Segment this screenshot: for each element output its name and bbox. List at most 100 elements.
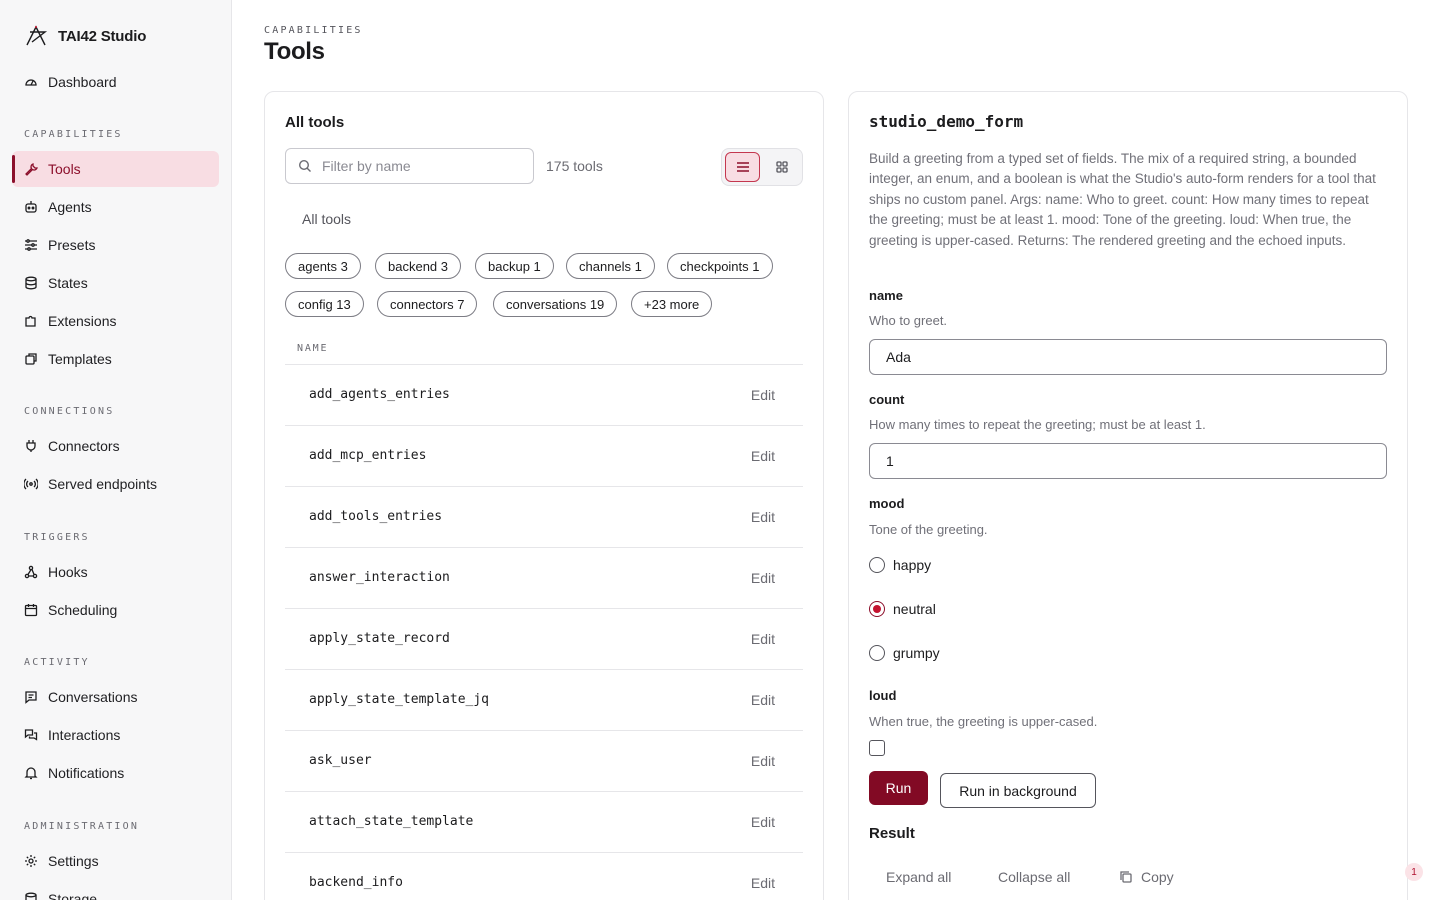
edit-button[interactable]: Edit (751, 692, 775, 708)
nav-templates[interactable]: Templates (12, 341, 219, 377)
copy-icon (1120, 871, 1132, 883)
radio-happy[interactable] (869, 557, 885, 573)
expand-all-button[interactable]: Expand all (886, 869, 951, 885)
chip-connectors[interactable]: connectors 7 (377, 291, 478, 317)
mood-option-happy[interactable]: happy (869, 557, 931, 573)
notification-badge[interactable]: 1 (1405, 863, 1423, 881)
list-icon (736, 162, 749, 172)
tool-name[interactable]: add_tools_entries (309, 509, 442, 524)
tool-name[interactable]: add_agents_entries (309, 387, 450, 402)
chip-channels[interactable]: channels 1 (566, 253, 655, 279)
nav-states-label: States (48, 275, 88, 291)
collapse-all-button[interactable]: Collapse all (998, 869, 1070, 885)
table-row[interactable]: backend_info Edit (285, 852, 803, 900)
tool-name[interactable]: answer_interaction (309, 570, 450, 585)
nav-scheduling[interactable]: Scheduling (12, 592, 219, 628)
nav-hooks[interactable]: Hooks (12, 554, 219, 590)
message-square-icon (24, 690, 38, 704)
list-view-button[interactable] (725, 152, 761, 182)
brand[interactable]: TAI42 Studio (24, 24, 146, 48)
nav-interactions[interactable]: Interactions (12, 717, 219, 753)
nav-states[interactable]: States (12, 265, 219, 301)
nav-extensions-label: Extensions (48, 313, 117, 329)
tab-all-tools[interactable]: All tools (302, 211, 351, 227)
edit-button[interactable]: Edit (751, 753, 775, 769)
tool-detail-title: studio_demo_form (869, 112, 1024, 131)
mood-option-grumpy[interactable]: grumpy (869, 645, 940, 661)
section-connections: CONNECTIONS (24, 406, 115, 417)
grid-view-button[interactable] (764, 152, 799, 182)
copy-button[interactable]: Copy (1119, 869, 1174, 885)
messages-icon (24, 728, 38, 742)
edit-button[interactable]: Edit (751, 814, 775, 830)
field-label-name: name (869, 288, 903, 303)
mood-option-label: grumpy (893, 645, 940, 661)
run-in-background-button[interactable]: Run in background (940, 773, 1096, 808)
nav-served-endpoints[interactable]: Served endpoints (12, 466, 219, 502)
search-icon (298, 159, 311, 172)
nav-notifications[interactable]: Notifications (12, 755, 219, 791)
nav-presets[interactable]: Presets (12, 227, 219, 263)
nav-settings[interactable]: Settings (12, 843, 219, 879)
name-input[interactable]: Ada (869, 339, 1387, 375)
edit-button[interactable]: Edit (751, 509, 775, 525)
copy-label: Copy (1141, 869, 1174, 885)
nav-extensions[interactable]: Extensions (12, 303, 219, 339)
chip-agents[interactable]: agents 3 (285, 253, 361, 279)
brand-logo-icon (26, 25, 48, 46)
table-row[interactable]: add_tools_entries Edit (285, 486, 803, 547)
nav-notifications-label: Notifications (48, 765, 125, 781)
edit-button[interactable]: Edit (751, 570, 775, 586)
table-row[interactable]: apply_state_template_jq Edit (285, 669, 803, 730)
chip-conversations[interactable]: conversations 19 (493, 291, 618, 317)
table-row[interactable]: add_mcp_entries Edit (285, 425, 803, 486)
table-row[interactable]: apply_state_record Edit (285, 608, 803, 669)
nav-connectors[interactable]: Connectors (12, 428, 219, 464)
radio-grumpy[interactable] (869, 645, 885, 661)
tools-count: 175 tools (546, 158, 603, 174)
broadcast-icon (24, 477, 38, 491)
nav-conversations[interactable]: Conversations (12, 679, 219, 715)
table-row[interactable]: answer_interaction Edit (285, 547, 803, 608)
nav-agents[interactable]: Agents (12, 189, 219, 225)
loud-checkbox[interactable] (869, 740, 885, 756)
tool-name[interactable]: apply_state_template_jq (309, 692, 489, 707)
field-help-count: How many times to repeat the greeting; m… (869, 417, 1206, 432)
run-button[interactable]: Run (869, 771, 928, 805)
view-toggle (721, 148, 803, 186)
tool-name[interactable]: backend_info (309, 875, 403, 890)
chip-config[interactable]: config 13 (285, 291, 364, 317)
field-help-mood: Tone of the greeting. (869, 522, 988, 537)
tool-name[interactable]: attach_state_template (309, 814, 473, 829)
tool-name[interactable]: apply_state_record (309, 631, 450, 646)
tool-name[interactable]: ask_user (309, 753, 372, 768)
mood-option-neutral[interactable]: neutral (869, 601, 936, 617)
count-input[interactable]: 1 (869, 443, 1387, 479)
tool-name[interactable]: add_mcp_entries (309, 448, 426, 463)
nav-storage[interactable]: Storage (12, 881, 219, 900)
table-row[interactable]: ask_user Edit (285, 730, 803, 791)
nav-presets-label: Presets (48, 237, 96, 253)
section-administration: ADMINISTRATION (24, 821, 140, 832)
copy-icon (24, 352, 38, 366)
edit-button[interactable]: Edit (751, 448, 775, 464)
calendar-icon (24, 603, 38, 617)
table-row[interactable]: attach_state_template Edit (285, 791, 803, 852)
chip-checkpoints[interactable]: checkpoints 1 (667, 253, 773, 279)
table-row[interactable]: add_agents_entries Edit (285, 364, 803, 425)
sidebar: TAI42 Studio Dashboard CAPABILITIES Tool… (0, 0, 232, 900)
nav-tools[interactable]: Tools (12, 151, 219, 187)
chip-more[interactable]: +23 more (631, 291, 713, 317)
filter-field[interactable] (285, 148, 534, 184)
chip-backup[interactable]: backup 1 (475, 253, 554, 279)
radio-neutral[interactable] (869, 601, 885, 617)
edit-button[interactable]: Edit (751, 387, 775, 403)
edit-button[interactable]: Edit (751, 875, 775, 891)
edit-button[interactable]: Edit (751, 631, 775, 647)
webhook-icon (24, 565, 38, 579)
chip-backend[interactable]: backend 3 (375, 253, 461, 279)
nav-dashboard[interactable]: Dashboard (12, 64, 219, 100)
bell-icon (24, 766, 38, 780)
nav-settings-label: Settings (48, 853, 99, 869)
filter-input[interactable] (322, 158, 512, 174)
